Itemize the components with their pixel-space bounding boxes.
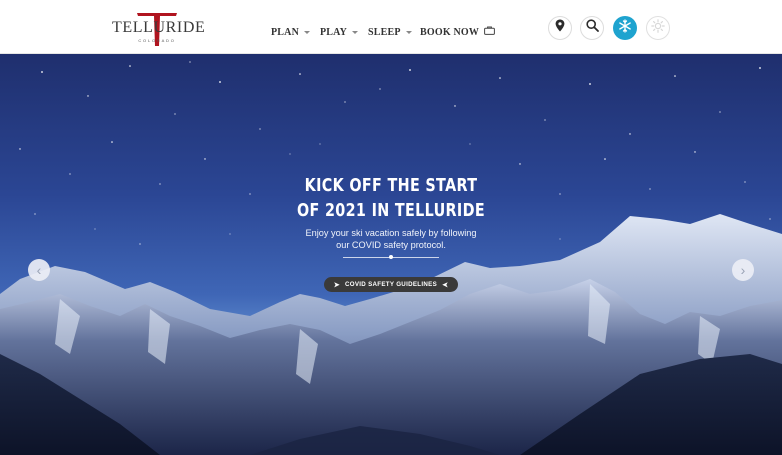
arrow-left-icon: ➤ xyxy=(442,281,449,289)
chevron-down-icon xyxy=(405,30,412,34)
chevron-down-icon xyxy=(304,30,311,34)
logo-wordmark: TELLURIDE xyxy=(112,19,206,36)
hero-headline-line2: OF 2021 IN TELLURIDE xyxy=(297,201,485,221)
search-icon xyxy=(585,19,599,37)
summer-season-button[interactable] xyxy=(646,16,670,40)
chevron-down-icon xyxy=(352,30,359,34)
map-pin-button[interactable] xyxy=(548,16,572,40)
hero-headline-line1: KICK OFF THE START xyxy=(304,176,478,196)
snowflake-icon xyxy=(618,18,632,38)
chevron-right-icon: › xyxy=(740,262,746,278)
nav-play-label: PLAY xyxy=(320,26,348,38)
covid-guidelines-button[interactable]: ➤ COVID SAFETY GUIDELINES ➤ xyxy=(324,277,458,292)
search-button[interactable] xyxy=(580,16,604,40)
hero-subtext-line1: Enjoy your ski vacation safely by follow… xyxy=(305,228,477,238)
site-header: TELLURIDE COLORADO PLAN PLAY SLEEP BOOK … xyxy=(0,0,782,54)
hero-divider-dot xyxy=(389,255,393,259)
carousel-next-button[interactable]: › xyxy=(732,259,754,281)
nav-plan[interactable]: PLAN xyxy=(271,24,311,40)
nav-sleep[interactable]: SLEEP xyxy=(368,24,412,40)
arrow-right-icon: ➤ xyxy=(333,281,340,289)
briefcase-icon xyxy=(484,26,496,38)
telluride-logo[interactable]: TELLURIDE COLORADO xyxy=(110,9,206,47)
winter-season-button[interactable] xyxy=(613,16,637,40)
covid-guidelines-label: COVID SAFETY GUIDELINES xyxy=(344,281,438,288)
hero-headline: KICK OFF THE START OF 2021 IN TELLURIDE xyxy=(234,174,547,224)
hero-subtext: Enjoy your ski vacation safely by follow… xyxy=(290,228,492,251)
nav-book-now-label: BOOK NOW xyxy=(420,26,480,38)
logo-subtitle: COLORADO xyxy=(138,38,176,43)
sun-icon xyxy=(651,18,665,38)
hero-slider: KICK OFF THE START OF 2021 IN TELLURIDE … xyxy=(0,54,782,455)
nav-sleep-label: SLEEP xyxy=(368,26,401,38)
carousel-prev-button[interactable]: ‹ xyxy=(28,259,50,281)
nav-play[interactable]: PLAY xyxy=(320,24,359,40)
map-pin-icon xyxy=(555,19,565,37)
chevron-left-icon: ‹ xyxy=(36,262,42,278)
nav-plan-label: PLAN xyxy=(271,26,300,38)
nav-book-now[interactable]: BOOK NOW xyxy=(420,24,496,40)
hero-subtext-line2: our COVID safety protocol. xyxy=(336,239,446,250)
